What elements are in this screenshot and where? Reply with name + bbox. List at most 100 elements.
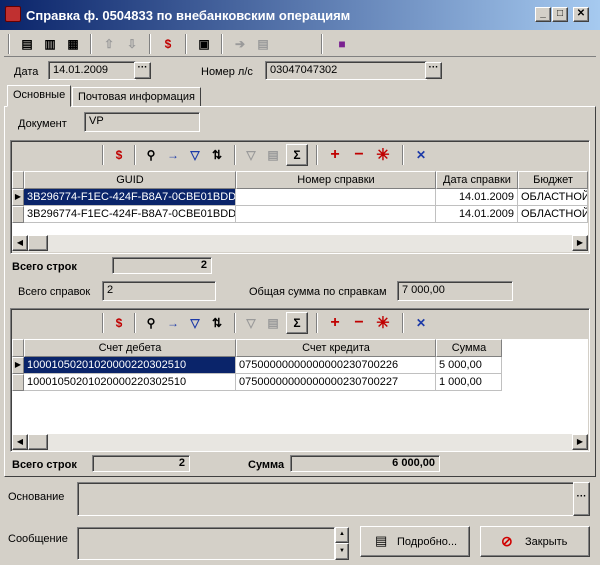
add-icon[interactable]: + (324, 144, 346, 166)
grid1-header-guid[interactable]: GUID (24, 171, 236, 189)
add-icon[interactable]: + (324, 312, 346, 334)
find-next-icon[interactable]: → (162, 144, 184, 166)
account-field[interactable]: 03047047302 (265, 61, 427, 80)
copy-icon[interactable]: ▤ (262, 144, 284, 166)
date-picker-button[interactable]: ··· (134, 62, 151, 79)
grid1-header-number[interactable]: Номер справки (236, 171, 436, 189)
scroll-left-button[interactable]: ◀ (12, 434, 28, 450)
toolbar-separator (402, 145, 404, 165)
table-cell[interactable]: ОБЛАСТНОЙ Б (518, 189, 588, 206)
table-cell[interactable]: 14.01.2009 (436, 189, 518, 206)
asterisk-icon[interactable]: ✳ (372, 312, 394, 334)
main-toolbar: ▤ ▥ ▦ ⇧ ⇩ $ ▣ ➔ ▤ ■ (4, 31, 596, 57)
scroll-thumb[interactable] (28, 434, 48, 450)
table-cell[interactable]: 1 000,00 (436, 374, 502, 391)
grid1-header-date[interactable]: Дата справки (436, 171, 518, 189)
find-icon[interactable]: ⚲ (140, 144, 162, 166)
filter-clear-icon[interactable]: ▽ (240, 312, 262, 334)
remove-icon[interactable]: − (348, 144, 370, 166)
table-cell[interactable] (236, 189, 436, 206)
report-icon[interactable]: ▣ (193, 33, 215, 55)
table-cell[interactable]: 10001050201020000220302510 (24, 374, 236, 391)
minimize-button[interactable]: _ (535, 7, 551, 22)
table-cell[interactable] (236, 206, 436, 223)
import-icon[interactable]: ⇩ (121, 33, 143, 55)
grid2-sum-value: 6 000,00 (290, 455, 440, 472)
grid2-table: Счет дебета Счет кредита Сумма ▶ 1000105… (12, 339, 588, 434)
scroll-right-button[interactable]: ▶ (572, 434, 588, 450)
row-indicator[interactable] (12, 206, 24, 223)
receive-icon[interactable]: ▤ (252, 33, 274, 55)
account-select-button[interactable]: ··· (425, 62, 442, 79)
row-indicator[interactable] (12, 374, 24, 391)
tab-postal[interactable]: Почтовая информация (72, 87, 201, 107)
window-title: Справка ф. 0504833 по внебанковским опер… (26, 8, 351, 23)
row-indicator[interactable]: ▶ (12, 189, 24, 206)
scroll-down-button[interactable]: ▼ (335, 543, 349, 560)
settings-icon[interactable]: ✕ (410, 312, 432, 334)
scroll-right-button[interactable]: ▶ (572, 235, 588, 251)
toolbar-separator (316, 145, 318, 165)
sum-icon[interactable]: Σ (286, 312, 308, 334)
toolbar-separator (402, 313, 404, 333)
message-field[interactable] (77, 527, 335, 560)
filter-icon[interactable]: ▽ (184, 144, 206, 166)
scroll-thumb[interactable] (28, 235, 48, 251)
details-button[interactable]: ▤ Подробно... (360, 526, 470, 557)
table-cell[interactable]: ОБЛАСТНОЙ Б (518, 206, 588, 223)
grid2-header-amount[interactable]: Сумма (436, 339, 502, 357)
dollar-icon[interactable]: $ (157, 33, 179, 55)
sort-icon[interactable]: ⇅ (206, 312, 228, 334)
grid1-hscrollbar[interactable]: ◀ ▶ (12, 235, 588, 252)
row-indicator[interactable]: ▶ (12, 357, 24, 374)
grid2-header-debit[interactable]: Счет дебета (24, 339, 236, 357)
document-label: Документ (18, 118, 67, 130)
filter-clear-icon[interactable]: ▽ (240, 144, 262, 166)
find-next-icon[interactable]: → (162, 312, 184, 334)
grid2-total-label: Всего строк (12, 459, 77, 471)
close-window-button[interactable]: ✕ (573, 7, 589, 22)
table-cell[interactable]: 3B296774-F1EC-424F-B8A7-0CBE01BDD (24, 189, 236, 206)
settings-icon[interactable]: ✕ (410, 144, 432, 166)
table-cell[interactable]: 5 000,00 (436, 357, 502, 374)
dollar-icon[interactable]: $ (108, 144, 130, 166)
table-cell[interactable]: 07500000000000000230700226 (236, 357, 436, 374)
scroll-left-button[interactable]: ◀ (12, 235, 28, 251)
scroll-up-button[interactable]: ▲ (335, 527, 349, 543)
toolbar-separator (234, 313, 236, 333)
table-cell[interactable]: 3B296774-F1EC-424F-B8A7-0CBE01BDD (24, 206, 236, 223)
copy-icon[interactable]: ▤ (262, 312, 284, 334)
find-icon[interactable]: ⚲ (140, 312, 162, 334)
sum-icon[interactable]: Σ (286, 144, 308, 166)
print-setup-icon[interactable]: ▦ (62, 33, 84, 55)
basis-field[interactable] (77, 482, 574, 516)
filter-icon[interactable]: ▽ (184, 312, 206, 334)
maximize-button[interactable]: □ (552, 7, 568, 22)
print-icon[interactable]: ▤ (16, 33, 38, 55)
export-icon[interactable]: ⇧ (98, 33, 120, 55)
app-icon (5, 6, 21, 22)
book-icon[interactable]: ■ (331, 33, 353, 55)
title-bar: Справка ф. 0504833 по внебанковским опер… (0, 0, 600, 30)
basis-select-button[interactable]: ··· (573, 482, 590, 516)
message-label: Сообщение (8, 533, 68, 545)
basis-label: Основание (8, 491, 65, 503)
toolbar-separator (90, 34, 92, 54)
send-icon[interactable]: ➔ (229, 33, 251, 55)
toolbar-separator (321, 34, 323, 54)
tab-main[interactable]: Основные (7, 85, 72, 107)
count-label: Всего справок (18, 286, 91, 298)
dollar-icon[interactable]: $ (108, 312, 130, 334)
preview-icon[interactable]: ▥ (39, 33, 61, 55)
grid1-header-budget[interactable]: Бюджет (518, 171, 588, 189)
asterisk-icon[interactable]: ✳ (372, 144, 394, 166)
close-button[interactable]: ⊘ Закрыть (480, 526, 590, 557)
remove-icon[interactable]: − (348, 312, 370, 334)
table-cell[interactable]: 14.01.2009 (436, 206, 518, 223)
grid2-header-credit[interactable]: Счет кредита (236, 339, 436, 357)
date-field[interactable]: 14.01.2009 (48, 61, 136, 80)
table-cell[interactable]: 10001050201020000220302510 (24, 357, 236, 374)
table-cell[interactable]: 07500000000000000230700227 (236, 374, 436, 391)
sort-icon[interactable]: ⇅ (206, 144, 228, 166)
grid2-hscrollbar[interactable]: ◀ ▶ (12, 434, 588, 451)
